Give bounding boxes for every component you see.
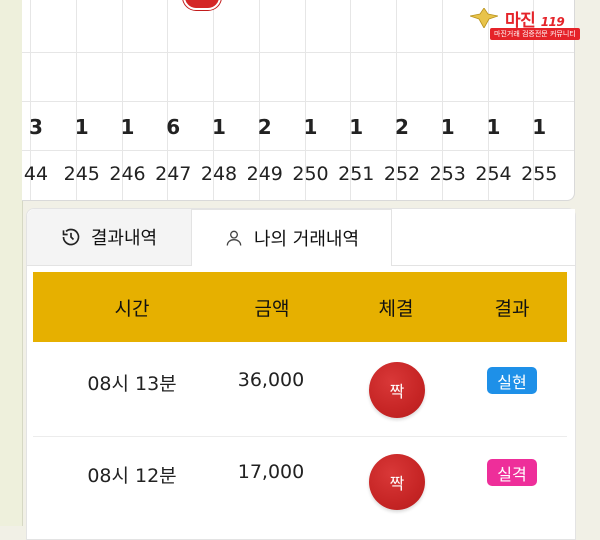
roadmap-count: 1 bbox=[486, 115, 501, 139]
roadmap-count: 3 bbox=[29, 115, 43, 139]
roadmap-count: 1 bbox=[440, 115, 455, 139]
history-icon bbox=[62, 228, 80, 246]
roadmap-count: 2 bbox=[257, 115, 272, 139]
roadmap-round-number: 254 bbox=[475, 163, 512, 185]
tab-my-trades[interactable]: 나의 거래내역 bbox=[191, 209, 392, 266]
roadmap-count: 2 bbox=[395, 115, 409, 139]
roadmap-count: 1 bbox=[212, 115, 226, 139]
header-amount: 금액 bbox=[254, 297, 290, 320]
table-row: 08시 12분 17,000 짝 실격 bbox=[33, 437, 567, 531]
header-result: 결과 bbox=[494, 297, 530, 320]
roadmap-round-number: 253 bbox=[429, 163, 466, 185]
roadmap-round-number: 245 bbox=[63, 163, 100, 185]
left-edge bbox=[0, 0, 23, 526]
site-logo[interactable]: 마진 119 마진거래 검증전문 커뮤니티 bbox=[462, 4, 580, 40]
roadmap-count: 1 bbox=[303, 115, 318, 139]
tab-my-trades-label: 나의 거래내역 bbox=[253, 229, 360, 250]
result-badge: 실격 bbox=[487, 459, 537, 486]
roadmap-count: 1 bbox=[74, 115, 89, 139]
logo-tagline: 마진거래 검증전문 커뮤니티 bbox=[490, 28, 580, 40]
pick-ball: 짝 bbox=[369, 362, 425, 418]
row-amount: 36,000 bbox=[237, 369, 305, 391]
roadmap-round-number: 44 bbox=[23, 163, 49, 185]
roadmap-count: 1 bbox=[120, 115, 135, 139]
roadmap-round-number: 249 bbox=[246, 163, 283, 185]
grid-row-line bbox=[22, 101, 574, 102]
header-pick: 체결 bbox=[378, 297, 414, 320]
roadmap-round-number: 248 bbox=[200, 163, 238, 185]
roadmap-round-number: 252 bbox=[383, 163, 421, 185]
header-time: 시간 bbox=[114, 297, 150, 320]
grid-row-line bbox=[22, 52, 574, 53]
roadmap-count: 1 bbox=[349, 115, 364, 139]
result-badge: 실현 bbox=[487, 367, 537, 394]
grid-row-line bbox=[22, 150, 574, 151]
row-time: 08시 12분 bbox=[87, 465, 177, 487]
roadmap-count: 1 bbox=[532, 115, 547, 139]
roadmap-round-number: 246 bbox=[109, 163, 146, 185]
roadmap-round-number: 247 bbox=[155, 163, 192, 185]
tab-results-label: 결과내역 bbox=[90, 228, 158, 249]
roadmap-round-number: 251 bbox=[338, 163, 375, 185]
roadmap-round-number: 255 bbox=[521, 163, 558, 185]
table-header: 시간 금액 체결 결과 bbox=[33, 272, 567, 342]
tab-bar-spacer bbox=[392, 209, 575, 266]
row-time: 08시 13분 bbox=[87, 373, 177, 395]
row-amount: 17,000 bbox=[237, 461, 305, 483]
eagle-emblem-icon bbox=[470, 8, 498, 28]
pick-ball: 짝 bbox=[369, 454, 425, 510]
tab-results[interactable]: 결과내역 bbox=[27, 209, 191, 266]
roadmap-round-number: 250 bbox=[292, 163, 329, 185]
roadmap-count: 6 bbox=[166, 115, 181, 139]
table-row: 08시 13분 36,000 짝 실현 bbox=[33, 342, 567, 436]
user-icon bbox=[226, 230, 242, 246]
